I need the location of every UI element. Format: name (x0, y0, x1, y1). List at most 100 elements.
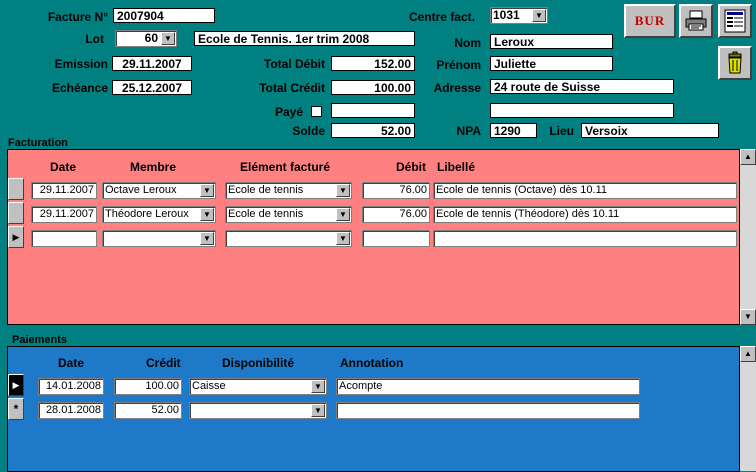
paie-header-dispo: Disponibilité (222, 356, 294, 370)
chevron-down-icon[interactable]: ▼ (336, 184, 350, 197)
fact-row-debit[interactable]: 76.00 (362, 206, 430, 223)
lot-combo[interactable]: 60 ▼ (115, 30, 177, 47)
current-row-selector[interactable]: ▶ (8, 374, 24, 396)
paie-row-date[interactable]: 14.01.2008 (38, 378, 104, 395)
record-pointer-icon: ▶ (12, 232, 20, 242)
fact-header-membre: Membre (130, 160, 177, 174)
solde-label: Solde (292, 124, 325, 138)
facturation-scrollbar[interactable]: ▲ ▼ (740, 149, 756, 325)
nom-field[interactable]: Leroux (490, 34, 613, 49)
chevron-down-icon[interactable]: ▼ (161, 32, 175, 45)
chevron-down-icon[interactable]: ▼ (336, 232, 350, 245)
paie-row-annotation[interactable]: Acompte (336, 378, 640, 395)
fact-header-debit: Débit (396, 160, 426, 174)
paie-header-credit: Crédit (146, 356, 181, 370)
npa-label: NPA (456, 124, 481, 138)
fact-row-element[interactable]: Ecole de tennis ▼ (225, 206, 352, 223)
paie-row-annotation[interactable] (336, 402, 640, 419)
chevron-down-icon[interactable]: ▼ (311, 380, 325, 393)
fact-row-membre[interactable]: Théodore Leroux ▼ (102, 206, 216, 223)
new-row-selector[interactable]: * (8, 398, 24, 420)
element-value: Ecole de tennis (228, 184, 304, 196)
fact-row-membre[interactable]: Octave Leroux ▼ (102, 182, 216, 199)
fact-row-debit[interactable]: 76.00 (362, 182, 430, 199)
paye-field[interactable] (331, 103, 415, 118)
solde-field[interactable]: 52.00 (331, 123, 415, 138)
row-selector[interactable] (8, 178, 24, 200)
paie-row-dispo[interactable]: ▼ (189, 402, 327, 419)
scroll-down-icon[interactable]: ▼ (740, 309, 756, 325)
new-record-icon: * (13, 402, 19, 416)
chevron-down-icon[interactable]: ▼ (200, 184, 214, 197)
element-value: Ecole de tennis (228, 208, 304, 220)
adresse-line2-field[interactable] (490, 103, 674, 118)
fact-row-debit[interactable] (362, 230, 430, 247)
bur-button[interactable]: BUR (624, 4, 676, 38)
fact-row-membre[interactable]: ▼ (102, 230, 216, 247)
npa-field[interactable]: 1290 (490, 123, 537, 138)
fact-row-libelle[interactable] (433, 230, 737, 247)
prenom-field[interactable]: Juliette (490, 56, 613, 71)
paie-row-credit[interactable]: 52.00 (114, 402, 182, 419)
emission-date-field[interactable]: 29.11.2007 (112, 56, 192, 71)
adresse-field[interactable]: 24 route de Suisse (490, 79, 674, 94)
trash-icon (728, 51, 742, 74)
facture-number-field[interactable]: 2007904 (113, 8, 215, 23)
paie-row-dispo[interactable]: Caisse ▼ (189, 378, 327, 395)
lieu-field[interactable]: Versoix (581, 123, 719, 138)
fact-row-element[interactable]: ▼ (225, 230, 352, 247)
record-pointer-icon: ▶ (12, 380, 20, 390)
paiements-title: Paiements (12, 334, 68, 346)
membre-value: Théodore Leroux (105, 208, 189, 220)
chevron-down-icon[interactable]: ▼ (311, 404, 325, 417)
total-debit-field[interactable]: 152.00 (331, 56, 415, 71)
delete-button[interactable] (718, 46, 752, 80)
paie-row-credit[interactable]: 100.00 (114, 378, 182, 395)
fact-row-libelle[interactable]: Ecole de tennis (Théodore) dès 10.11 (433, 206, 737, 223)
paie-header-annotation: Annotation (340, 356, 404, 370)
paye-checkbox[interactable] (311, 106, 322, 117)
print-button[interactable] (679, 4, 713, 38)
centre-fact-combo[interactable]: 1031 ▼ (490, 7, 548, 24)
facturation-title: Facturation (8, 137, 68, 149)
paie-row-date[interactable]: 28.01.2008 (38, 402, 104, 419)
nom-label: Nom (454, 36, 481, 50)
facture-label: Facture N° (47, 10, 108, 24)
fact-row-element[interactable]: Ecole de tennis ▼ (225, 182, 352, 199)
bur-label: BUR (634, 13, 666, 28)
printer-icon (685, 10, 707, 31)
chevron-down-icon[interactable]: ▼ (200, 232, 214, 245)
lot-value: 60 (144, 31, 158, 45)
fact-header-libelle: Libellé (437, 160, 476, 174)
total-debit-label: Total Débit (263, 57, 325, 71)
echeance-date-field[interactable]: 25.12.2007 (112, 80, 192, 95)
emission-label: Emission (54, 57, 108, 71)
row-selector[interactable] (8, 202, 24, 224)
centre-fact-value: 1031 (493, 8, 520, 22)
membre-value: Octave Leroux (105, 184, 177, 196)
current-row-selector[interactable]: ▶ (8, 226, 24, 248)
paiements-scrollbar[interactable]: ▲ (740, 346, 756, 471)
fact-row-date[interactable] (31, 230, 97, 247)
form-view-button[interactable] (718, 4, 752, 38)
fact-header-element: Elément facturé (240, 160, 331, 174)
lieu-label: Lieu (549, 124, 574, 138)
chevron-down-icon[interactable]: ▼ (200, 208, 214, 221)
fact-row-libelle[interactable]: Ecole de tennis (Octave) dès 10.11 (433, 182, 737, 199)
scroll-up-icon[interactable]: ▲ (740, 149, 756, 165)
prenom-label: Prénom (436, 58, 481, 72)
scroll-up-icon[interactable]: ▲ (740, 346, 756, 362)
fact-header-date: Date (50, 160, 77, 174)
fact-row-date[interactable]: 29.11.2007 (31, 182, 97, 199)
adresse-label: Adresse (433, 81, 481, 95)
total-credit-field[interactable]: 100.00 (331, 80, 415, 95)
lot-description-field[interactable]: Ecole de Tennis. 1er trim 2008 (194, 31, 415, 46)
total-credit-label: Total Crédit (259, 81, 325, 95)
chevron-down-icon[interactable]: ▼ (532, 9, 546, 22)
chevron-down-icon[interactable]: ▼ (336, 208, 350, 221)
centre-fact-label: Centre fact. (408, 10, 475, 24)
echeance-label: Echéance (51, 81, 108, 95)
fact-row-date[interactable]: 29.11.2007 (31, 206, 97, 223)
dispo-value: Caisse (192, 380, 226, 392)
paye-label: Payé (274, 105, 303, 119)
